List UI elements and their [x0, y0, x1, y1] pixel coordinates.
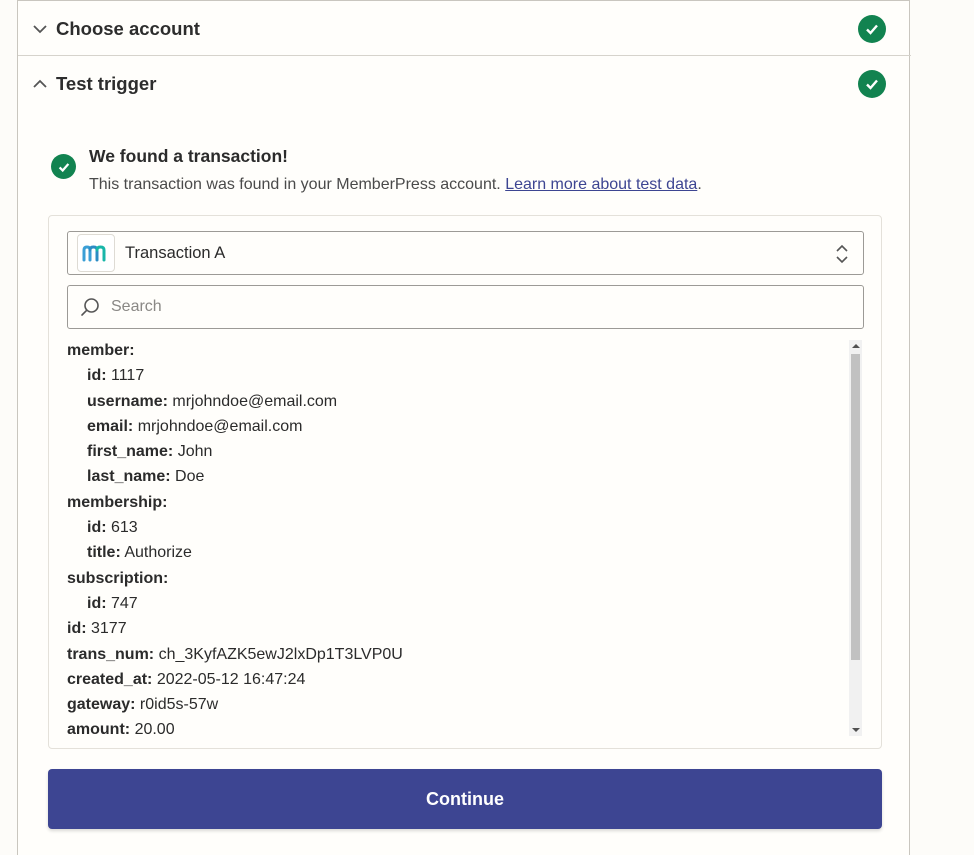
data-key: last_name:: [87, 468, 171, 486]
result-description-text: This transaction was found in your Membe…: [89, 176, 506, 193]
search-field[interactable]: [67, 285, 864, 329]
data-value: r0id5s-57w: [139, 696, 219, 714]
chevron-updown-icon: [836, 244, 848, 264]
data-row: id: 747: [67, 591, 847, 616]
data-row: first_name: John: [67, 439, 847, 464]
data-row: id: 3177: [67, 616, 847, 641]
data-key: subscription:: [67, 569, 169, 587]
data-key: id:: [67, 620, 87, 638]
chevron-down-icon: [33, 24, 47, 33]
data-key: amount:: [67, 721, 131, 739]
data-value: 2022-05-12 16:47:24: [156, 670, 306, 688]
data-value: mrjohndoe@email.com: [137, 417, 303, 435]
chevron-up-icon: [33, 79, 47, 88]
data-row: id: 1117: [67, 363, 847, 388]
section-title: Choose account: [56, 17, 200, 39]
data-value: mrjohndoe@email.com: [172, 392, 338, 410]
data-key: email:: [87, 417, 134, 435]
data-value: ch_3KyfAZK5ewJ2lxDp1T3LVP0U: [158, 645, 403, 663]
data-row: id: 613: [67, 515, 847, 540]
data-row: created_at: 2022-05-12 16:47:24: [67, 667, 847, 692]
data-row: amount: 20.00: [67, 717, 847, 740]
data-value: 3177: [91, 620, 127, 638]
zap-step-panel: Choose account Test trigger We found a t…: [17, 0, 911, 855]
data-value: 613: [111, 519, 138, 537]
data-key: membership:: [67, 493, 168, 511]
data-key: id:: [87, 367, 107, 385]
learn-more-link[interactable]: Learn more about test data: [505, 176, 697, 193]
data-key: created_at:: [67, 670, 153, 688]
data-row: membership:: [67, 490, 847, 515]
data-value: 747: [111, 594, 138, 612]
data-row: title: Authorize: [67, 540, 847, 565]
result-description: This transaction was found in your Membe…: [89, 176, 702, 194]
data-value: 20.00: [134, 721, 175, 739]
result-title: We found a transaction!: [89, 146, 288, 166]
data-value: 1117: [111, 367, 145, 385]
data-key: username:: [87, 392, 168, 410]
test-data-card: Transaction A member:id: 1117username: m…: [48, 215, 882, 749]
search-input[interactable]: [109, 297, 813, 317]
section-choose-account[interactable]: Choose account: [18, 2, 911, 56]
data-key: title:: [87, 544, 121, 562]
data-key: id:: [87, 594, 107, 612]
check-circle-icon: [858, 70, 886, 98]
data-row: gateway: r0id5s-57w: [67, 692, 847, 717]
data-row: last_name: Doe: [67, 464, 847, 489]
data-key: first_name:: [87, 443, 174, 461]
data-key: gateway:: [67, 696, 136, 714]
data-value: Doe: [175, 468, 205, 486]
check-circle-icon: [51, 154, 76, 179]
data-value: Authorize: [124, 544, 192, 562]
scrollbar-thumb[interactable]: [851, 354, 860, 660]
data-key: trans_num:: [67, 645, 155, 663]
data-key: id:: [87, 519, 107, 537]
scroll-up-arrow-icon[interactable]: [849, 340, 862, 352]
section-title: Test trigger: [56, 73, 157, 94]
data-row: member:: [67, 338, 847, 363]
memberpress-logo-icon: [77, 234, 115, 272]
scroll-down-arrow-icon[interactable]: [849, 724, 862, 736]
data-row: email: mrjohndoe@email.com: [67, 414, 847, 439]
data-value: John: [177, 443, 213, 461]
data-key: member:: [67, 342, 135, 359]
search-icon: [81, 298, 99, 316]
data-row: subscription:: [67, 566, 847, 591]
test-data-list: member: id: 1117 username: mrjohndoe@email…: [67, 338, 847, 740]
select-value: Transaction A: [125, 243, 226, 262]
result-description-end: .: [697, 176, 702, 193]
continue-button[interactable]: Continue: [48, 769, 882, 829]
data-row: username: mrjohndoe@email.com: [67, 389, 847, 414]
transaction-select[interactable]: Transaction A: [67, 231, 864, 275]
section-test-trigger[interactable]: Test trigger: [18, 57, 911, 111]
check-circle-icon: [858, 14, 886, 43]
test-result-message: We found a transaction! This transaction…: [51, 143, 702, 194]
scrollbar[interactable]: [849, 340, 862, 736]
data-row: trans_num: ch_3KyfAZK5ewJ2lxDp1T3LVP0U: [67, 642, 847, 667]
